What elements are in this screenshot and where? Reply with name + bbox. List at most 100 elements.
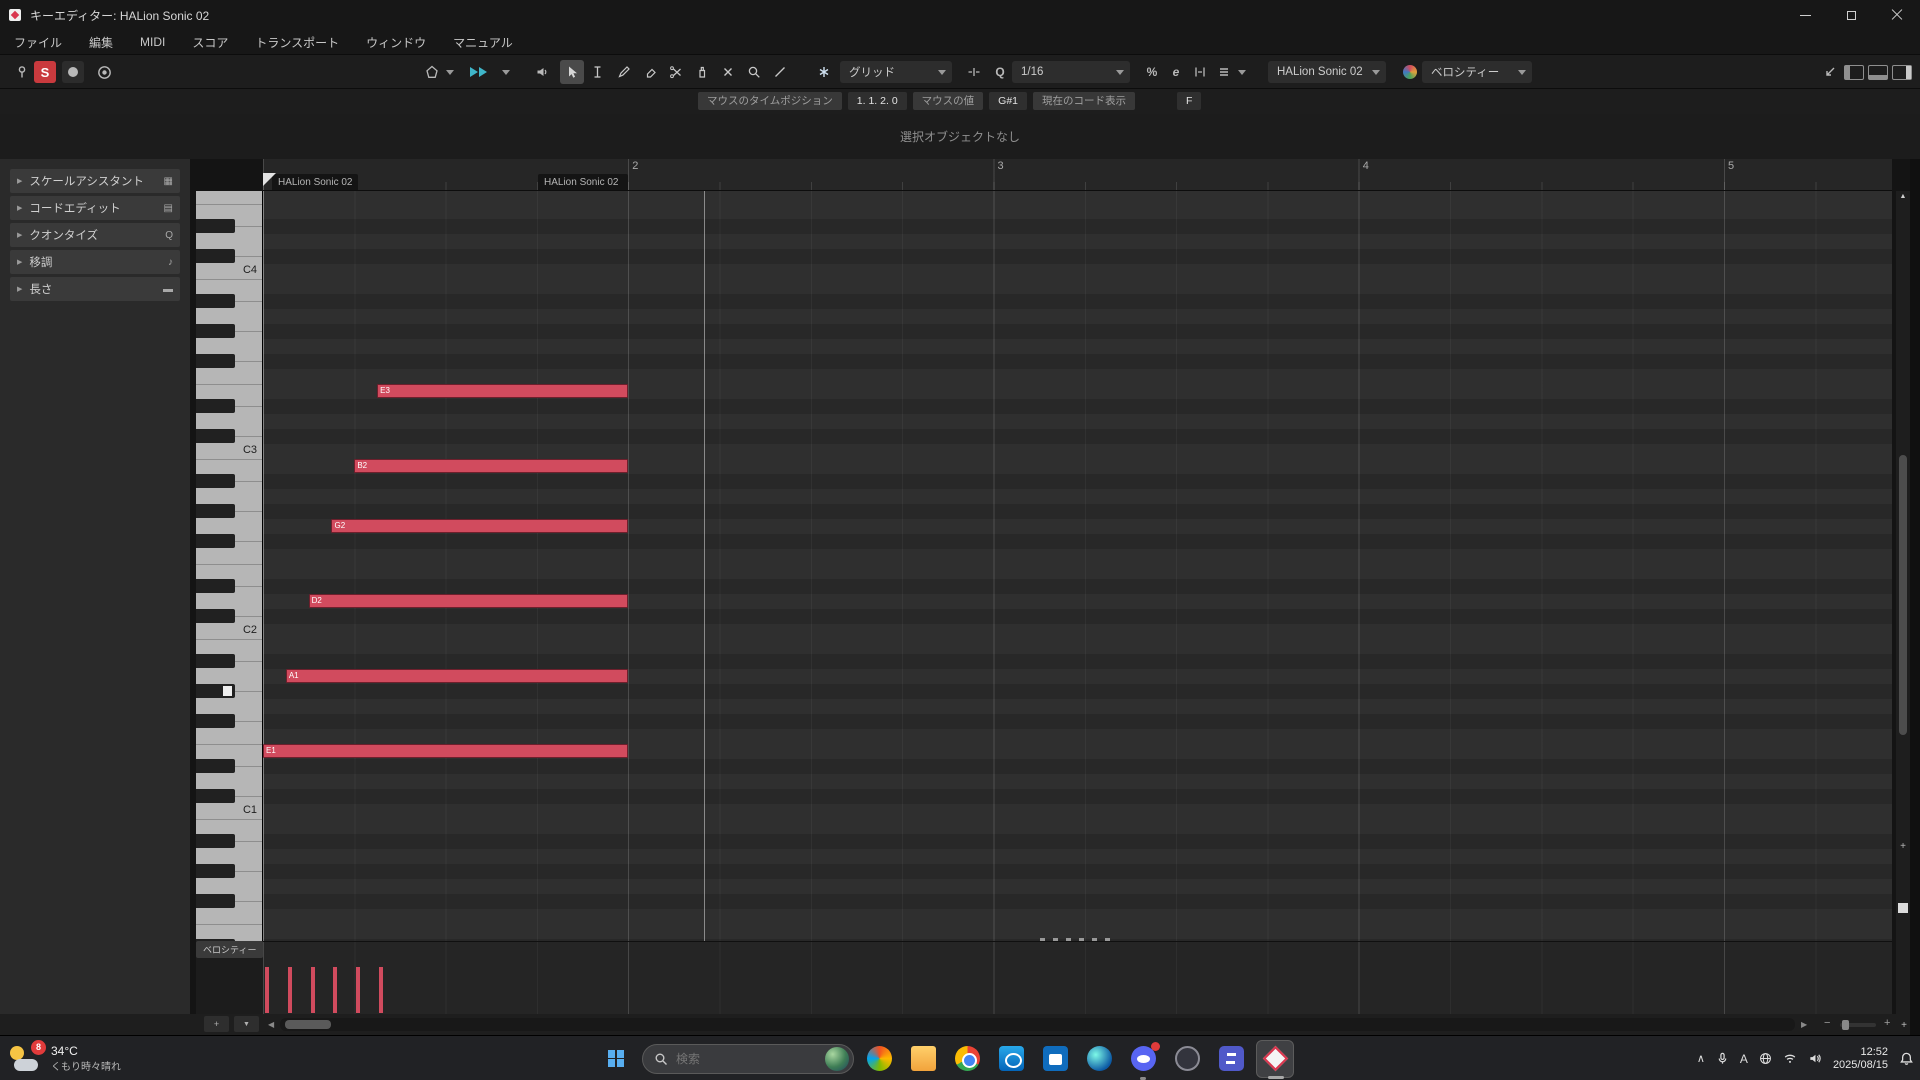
controller-lane-label[interactable]: ベロシティー xyxy=(196,941,264,958)
inspector-item-scale-assistant[interactable]: ▶ スケールアシスタント ▦ xyxy=(10,169,180,193)
piano-keyboard[interactable]: C4 C3 C2 C1 xyxy=(196,191,263,941)
taskbar-app-copilot[interactable] xyxy=(860,1040,898,1078)
midi-note-d2[interactable]: D2 xyxy=(308,594,629,608)
acoustic-feedback-button[interactable] xyxy=(92,60,116,84)
piano-key-black[interactable] xyxy=(196,354,235,368)
quantize-button[interactable]: Q xyxy=(988,60,1012,84)
taskbar-app-teams[interactable] xyxy=(1212,1040,1250,1078)
minimize-button[interactable] xyxy=(1782,0,1828,30)
right-zone-toggle[interactable] xyxy=(1892,65,1912,80)
tool-trim-button[interactable] xyxy=(586,60,610,84)
piano-key-black[interactable] xyxy=(196,864,235,878)
tray-chevron-icon[interactable]: ∧ xyxy=(1697,1052,1705,1065)
part-mode-dropdown-arrow-icon[interactable] xyxy=(446,70,454,75)
taskbar-app-outlook[interactable] xyxy=(992,1040,1030,1078)
hzoom-out-button[interactable]: − xyxy=(1824,1017,1830,1029)
add-controller-lane-button[interactable]: + xyxy=(204,1016,229,1032)
tool-split-button[interactable] xyxy=(664,60,688,84)
iterative-quantize-button[interactable]: % xyxy=(1140,60,1164,84)
inspector-item-chord-edit[interactable]: ▶ コードエディット ▤ xyxy=(10,196,180,220)
search-input[interactable] xyxy=(676,1051,817,1066)
audition-button[interactable] xyxy=(530,60,554,84)
weather-widget[interactable]: 8 34°C くもり時々晴れ xyxy=(8,1036,121,1080)
taskbar-clock[interactable]: 12:52 2025/08/15 xyxy=(1833,1046,1888,1072)
event-colors-button[interactable] xyxy=(1398,60,1422,84)
vzoom-handle[interactable] xyxy=(1898,903,1908,913)
grid-type-dropdown[interactable]: グリッド xyxy=(840,61,952,83)
inspector-item-quantize[interactable]: ▶ クオンタイズ Q xyxy=(10,223,180,247)
tool-object-selection-button[interactable] xyxy=(560,60,584,84)
microphone-icon[interactable] xyxy=(1716,1052,1729,1065)
lower-zone-toggle[interactable] xyxy=(1868,65,1888,80)
notification-bell-icon[interactable] xyxy=(1899,1051,1914,1066)
autoscroll-dropdown-arrow-icon[interactable] xyxy=(502,70,510,75)
taskbar-app-chrome[interactable] xyxy=(948,1040,986,1078)
record-button[interactable] xyxy=(62,61,84,83)
search-highlight-image[interactable] xyxy=(825,1046,849,1071)
ime-indicator[interactable]: A xyxy=(1740,1052,1748,1066)
wifi-icon[interactable] xyxy=(1783,1052,1797,1065)
note-grid[interactable]: E1 A1 D2 G2 B2 E3 xyxy=(263,191,1892,941)
volume-icon[interactable] xyxy=(1808,1052,1822,1065)
lanes-dropdown-arrow-icon[interactable] xyxy=(1238,70,1246,75)
scroll-up-button[interactable]: ▲ xyxy=(1896,193,1910,200)
quantize-preset-dropdown[interactable]: 1/16 xyxy=(1012,61,1130,83)
piano-key-black[interactable] xyxy=(196,249,235,263)
mouse-time-position-value[interactable]: 1. 1. 2. 0 xyxy=(847,92,907,110)
globe-icon[interactable] xyxy=(1759,1052,1772,1065)
tool-line-button[interactable] xyxy=(768,60,792,84)
menu-item-midi[interactable]: MIDI xyxy=(140,35,165,49)
piano-key-black[interactable] xyxy=(196,654,235,668)
tool-erase-button[interactable] xyxy=(638,60,662,84)
menu-item-manual[interactable]: マニュアル xyxy=(453,34,513,51)
menu-item-file[interactable]: ファイル xyxy=(14,34,62,51)
midi-note-e3[interactable]: E3 xyxy=(377,384,629,398)
snap-toggle-button[interactable] xyxy=(812,60,836,84)
piano-key-black[interactable] xyxy=(196,324,235,338)
piano-key-black[interactable] xyxy=(196,474,235,488)
close-button[interactable] xyxy=(1874,0,1920,30)
menu-item-edit[interactable]: 編集 xyxy=(89,34,113,51)
menu-item-score[interactable]: スコア xyxy=(192,34,228,51)
lane-resize-handle[interactable] xyxy=(1040,938,1114,941)
hzoom-in-button[interactable]: + xyxy=(1884,1017,1890,1029)
part-editing-mode-button[interactable] xyxy=(420,60,444,84)
tool-zoom-button[interactable] xyxy=(742,60,766,84)
piano-key-black[interactable] xyxy=(196,534,235,548)
hzoom-slider-thumb[interactable] xyxy=(1842,1020,1849,1030)
taskbar-app-edge[interactable] xyxy=(1080,1040,1118,1078)
tool-mute-button[interactable] xyxy=(716,60,740,84)
track-dropdown[interactable]: HALion Sonic 02 xyxy=(1268,61,1386,83)
controller-lane-menu-button[interactable]: ▼ xyxy=(234,1016,259,1032)
scroll-right-button[interactable]: ▶ xyxy=(1801,1020,1807,1029)
velocity-lane[interactable] xyxy=(263,941,1892,1014)
part-start-tag[interactable]: HALion Sonic 02 xyxy=(272,174,358,190)
piano-key-black[interactable] xyxy=(196,894,235,908)
start-button[interactable] xyxy=(596,1039,636,1079)
timeline-ruler[interactable]: 2 3 4 5 HALion Sonic 02 HALion Sonic 02 xyxy=(263,159,1892,191)
quantize-panel-button[interactable]: e xyxy=(1164,60,1188,84)
taskbar-search[interactable] xyxy=(642,1043,854,1074)
piano-key-black[interactable] xyxy=(196,789,235,803)
edit-active-part-button[interactable] xyxy=(1212,60,1236,84)
taskbar-app-discord[interactable] xyxy=(1124,1040,1162,1080)
midi-note-b2[interactable]: B2 xyxy=(354,459,629,473)
vzoom-in-button[interactable]: + xyxy=(1896,841,1910,852)
playhead-flag-icon[interactable] xyxy=(263,173,276,186)
autoscroll-button[interactable] xyxy=(470,60,487,84)
scroll-left-button[interactable]: ◀ xyxy=(268,1020,274,1029)
piano-key-black[interactable] xyxy=(196,834,235,848)
vertical-scrollbar[interactable]: ▲ + xyxy=(1896,191,1910,1014)
part-end-tag[interactable]: HALion Sonic 02 xyxy=(538,174,628,190)
menu-item-window[interactable]: ウィンドウ xyxy=(366,34,426,51)
inspector-item-length[interactable]: ▶ 長さ ▬ xyxy=(10,277,180,301)
event-colors-dropdown[interactable]: ベロシティー xyxy=(1422,61,1532,83)
left-zone-toggle[interactable] xyxy=(1844,65,1864,80)
menu-item-transport[interactable]: トランスポート xyxy=(255,34,339,51)
midi-note-e1[interactable]: E1 xyxy=(263,744,629,758)
piano-key-black[interactable] xyxy=(196,429,235,443)
taskbar-app-store[interactable] xyxy=(1036,1040,1074,1078)
solo-button[interactable]: S xyxy=(34,61,56,83)
piano-key-black[interactable] xyxy=(196,219,235,233)
setup-window-layout-button[interactable] xyxy=(1818,60,1842,84)
